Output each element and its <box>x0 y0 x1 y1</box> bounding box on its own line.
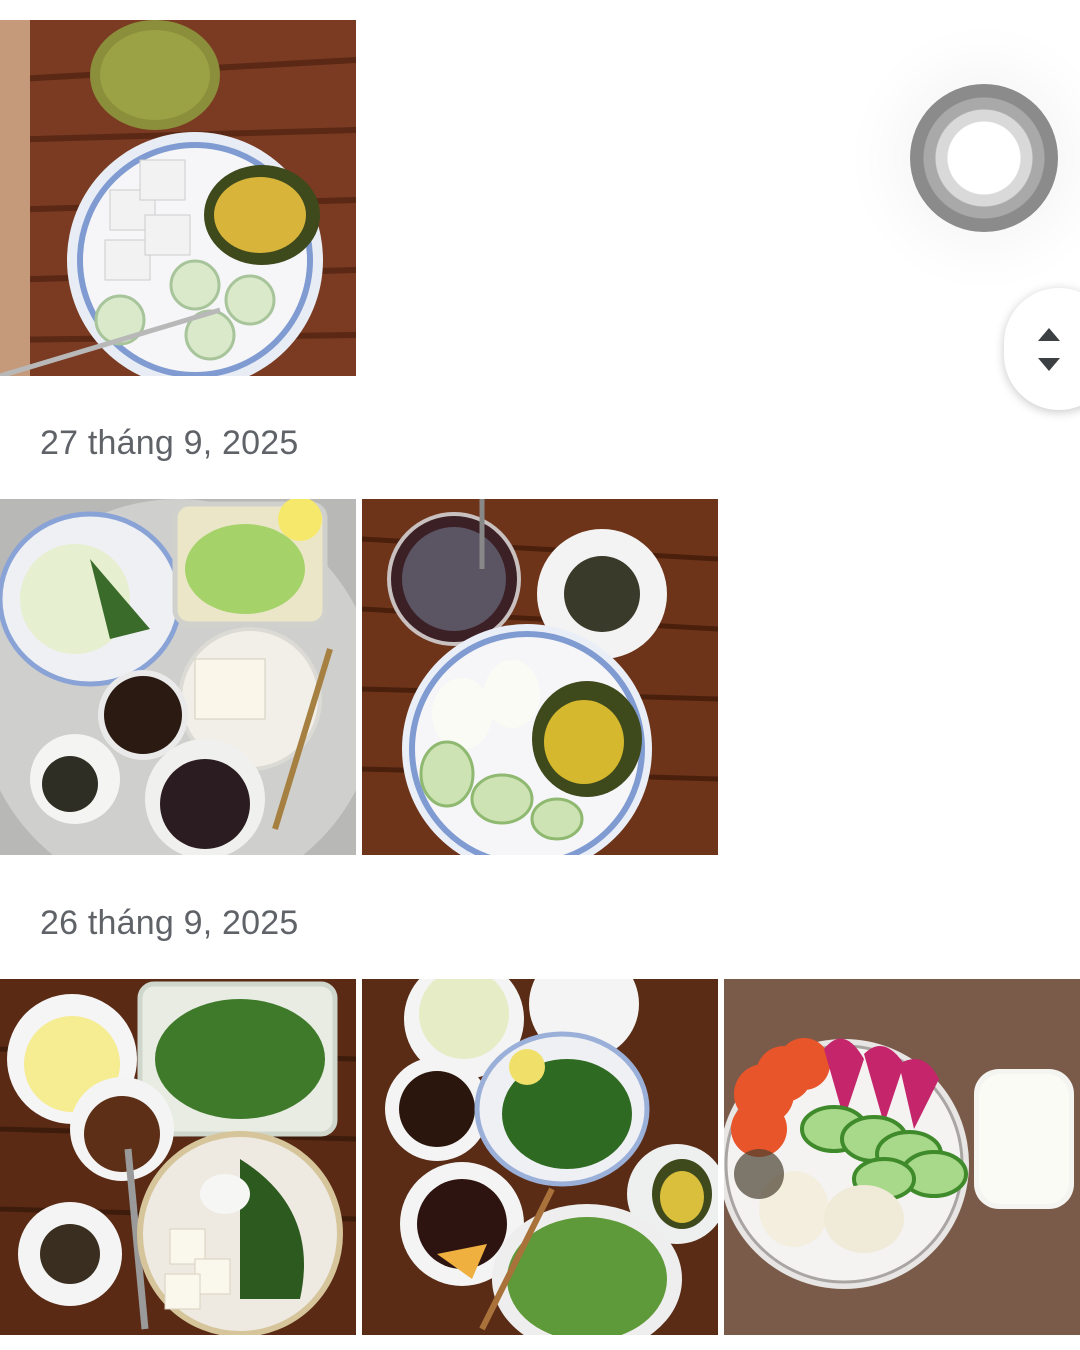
fast-scroll-handle[interactable] <box>1004 288 1080 410</box>
assistive-touch-icon[interactable] <box>910 84 1058 232</box>
chevron-down-icon <box>1038 358 1060 371</box>
chevron-up-icon <box>1038 328 1060 341</box>
photo-thumbnail[interactable] <box>362 979 718 1335</box>
photo-thumbnail[interactable] <box>362 499 718 855</box>
photo-thumbnail[interactable] <box>0 499 356 855</box>
date-section-header: 26 tháng 9, 2025 <box>40 904 299 942</box>
photo-thumbnail[interactable] <box>0 20 356 376</box>
photo-thumbnail[interactable] <box>724 979 1080 1335</box>
date-section-header: 27 tháng 9, 2025 <box>40 424 299 462</box>
photo-thumbnail[interactable] <box>0 979 356 1335</box>
